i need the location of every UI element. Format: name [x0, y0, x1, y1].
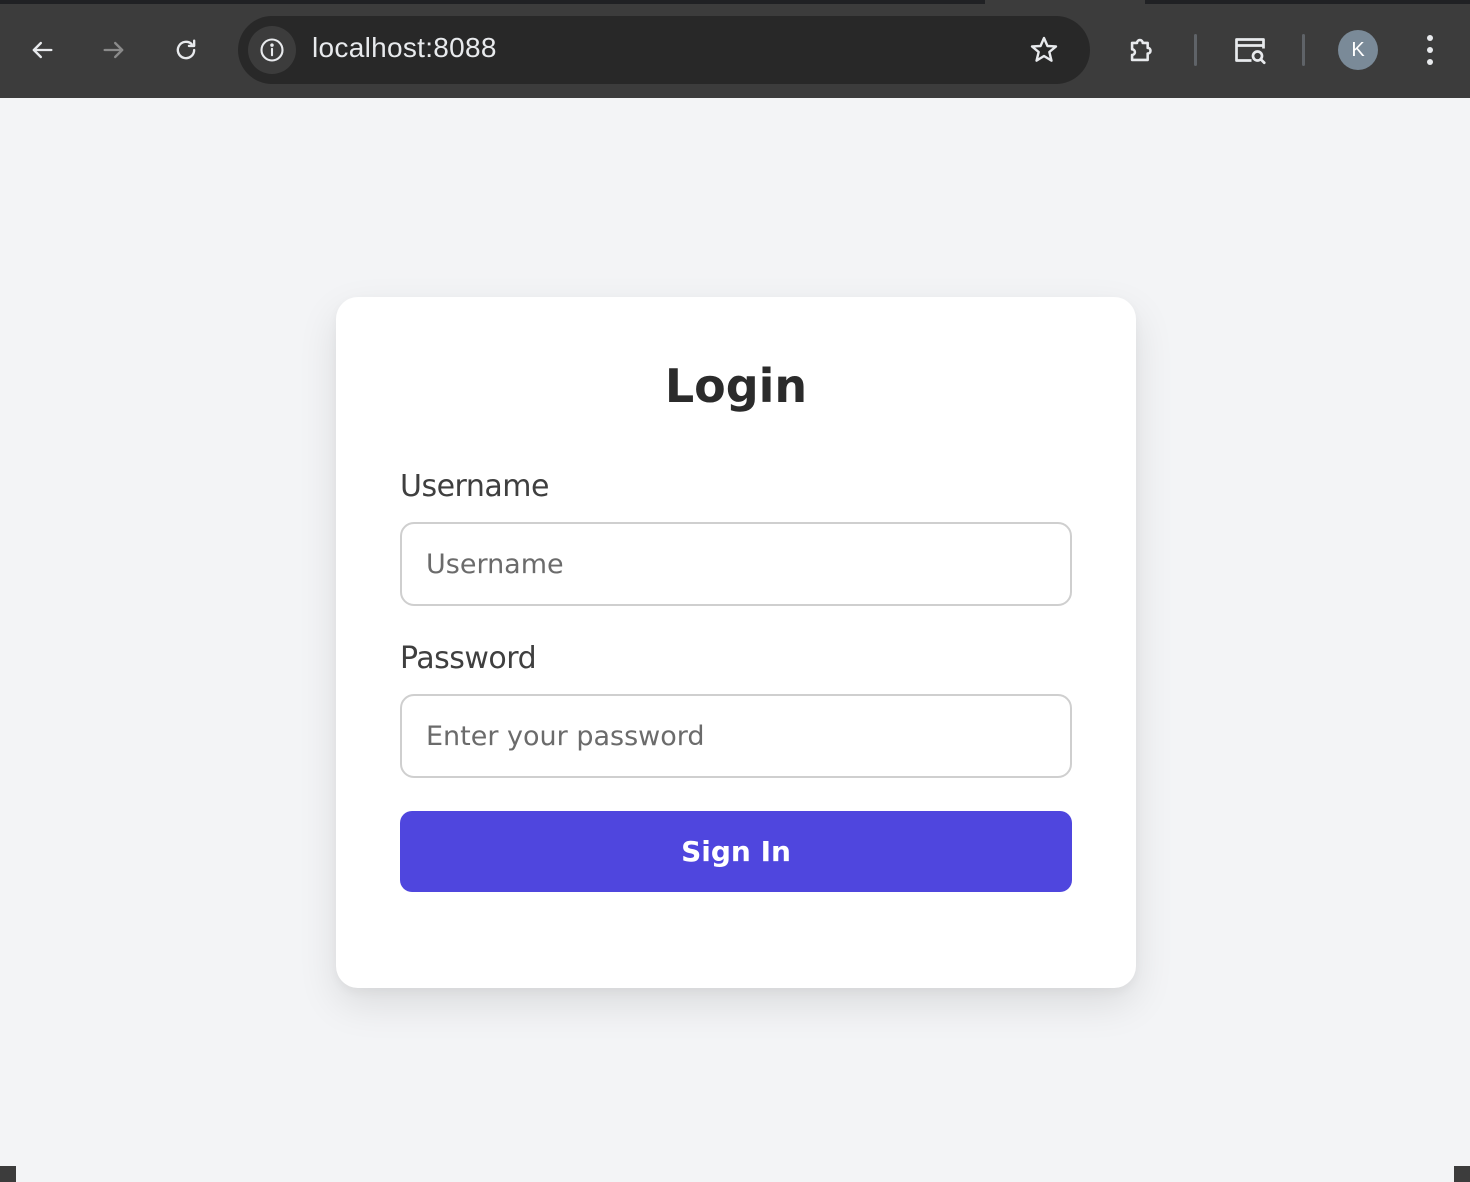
bookmark-button[interactable] [1026, 32, 1062, 68]
window-corner [0, 1166, 16, 1182]
active-tab-edge [985, 0, 1145, 4]
tab-search-button[interactable] [1230, 30, 1270, 70]
puzzle-icon [1130, 38, 1152, 62]
toolbar-divider [1302, 34, 1305, 66]
browser-menu-button[interactable] [1412, 30, 1448, 70]
reload-button[interactable] [166, 30, 206, 70]
password-label: Password [400, 641, 537, 676]
page-title: Login [664, 359, 808, 413]
address-bar[interactable]: localhost:8088 [238, 16, 1090, 84]
arrow-right-icon [103, 41, 124, 59]
kebab-menu-icon [1427, 35, 1433, 41]
password-input[interactable] [400, 694, 1072, 778]
reload-icon [176, 39, 196, 60]
username-input[interactable] [400, 522, 1072, 606]
forward-button[interactable] [94, 30, 134, 70]
sign-in-button[interactable]: Sign In [400, 811, 1072, 892]
back-button[interactable] [22, 30, 62, 70]
profile-avatar[interactable]: K [1338, 30, 1378, 70]
kebab-menu-icon [1427, 59, 1433, 65]
toolbar-divider [1194, 34, 1197, 66]
browser-toolbar: localhost:8088 K [0, 0, 1470, 98]
username-label: Username [400, 469, 549, 504]
kebab-menu-icon [1427, 47, 1433, 53]
url-text[interactable]: localhost:8088 [312, 32, 497, 64]
star-icon [1030, 36, 1058, 62]
site-info-button[interactable] [248, 26, 296, 74]
info-icon [260, 38, 284, 62]
login-card: Login Username Password Sign In [336, 297, 1136, 988]
tab-search-icon [1235, 38, 1266, 65]
extensions-button[interactable] [1122, 30, 1162, 70]
arrow-left-icon [32, 41, 53, 59]
window-corner [1454, 1166, 1470, 1182]
tab-strip [0, 0, 1470, 4]
